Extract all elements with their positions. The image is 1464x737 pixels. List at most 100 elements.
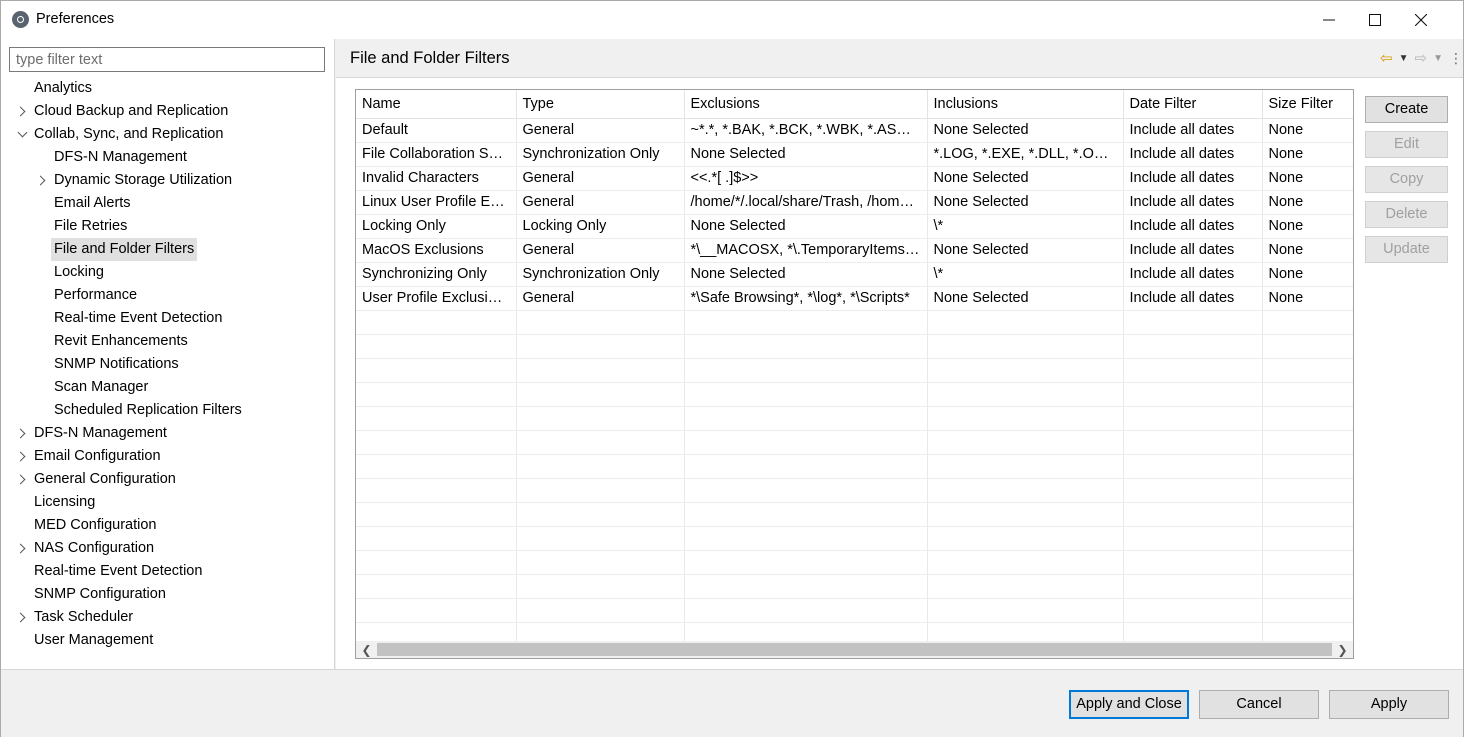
- tree-item[interactable]: Collab, Sync, and Replication: [1, 123, 335, 146]
- tree-item[interactable]: DFS-N Management: [1, 146, 335, 169]
- table-cell: General: [516, 286, 685, 311]
- table-cell: None: [1262, 238, 1353, 263]
- apply-button[interactable]: Apply: [1329, 690, 1449, 719]
- chevron-right-icon[interactable]: [15, 445, 28, 468]
- tree-item[interactable]: File and Folder Filters: [1, 238, 335, 261]
- tree-item-label: Analytics: [34, 80, 93, 96]
- tree-item[interactable]: Real-time Event Detection: [1, 307, 335, 330]
- tree-item[interactable]: NAS Configuration: [1, 537, 335, 560]
- empty-cell: [684, 310, 928, 335]
- table-row[interactable]: Invalid Characters General <<.*[ .]$>> None…: [356, 166, 1353, 191]
- table-row[interactable]: MacOS Exclusions General *\__MACOSX, *\.Te…: [356, 238, 1353, 263]
- tree-item[interactable]: General Configuration: [1, 468, 335, 491]
- cancel-button[interactable]: Cancel: [1199, 690, 1319, 719]
- table-row[interactable]: Synchronizing Only Synchronization Only No…: [356, 262, 1353, 287]
- chevron-right-icon[interactable]: [15, 100, 28, 123]
- copy-button[interactable]: Copy: [1365, 166, 1448, 193]
- tree-item[interactable]: Email Configuration: [1, 445, 335, 468]
- tree-item-label: NAS Configuration: [34, 540, 155, 556]
- tree-item-label: DFS-N Management: [54, 149, 187, 165]
- empty-cell: [516, 406, 685, 431]
- forward-arrow-icon[interactable]: ⇨: [1415, 49, 1428, 67]
- tree-item[interactable]: Dynamic Storage Utilization: [1, 169, 335, 192]
- empty-cell: [927, 382, 1124, 407]
- back-arrow-icon[interactable]: ⇦: [1380, 49, 1393, 67]
- table-cell: File Collaboration Sync: [356, 142, 517, 167]
- update-button[interactable]: Update: [1365, 236, 1448, 263]
- column-header[interactable]: Inclusions: [927, 90, 1124, 119]
- tree-item[interactable]: Locking: [1, 261, 335, 284]
- tree-item-label: General Configuration: [34, 471, 176, 487]
- close-button[interactable]: [1398, 1, 1444, 39]
- tree-item[interactable]: Analytics: [1, 77, 335, 100]
- column-header[interactable]: Size Filter: [1262, 90, 1353, 119]
- empty-cell: [356, 406, 517, 431]
- tree-item[interactable]: MED Configuration: [1, 514, 335, 537]
- tree-item[interactable]: SNMP Configuration: [1, 583, 335, 606]
- table-cell: \*: [927, 262, 1124, 287]
- tree-item[interactable]: User Management: [1, 629, 335, 652]
- tree-item[interactable]: Scan Manager: [1, 376, 335, 399]
- empty-cell: [1262, 526, 1353, 551]
- table-row[interactable]: Locking Only Locking Only None Selected \* I…: [356, 214, 1353, 239]
- table-cell: None Selected: [684, 214, 928, 239]
- empty-cell: [684, 526, 928, 551]
- column-header[interactable]: Date Filter: [1123, 90, 1263, 119]
- table-row[interactable]: File Collaboration Sync Synchronization O…: [356, 142, 1353, 167]
- maximize-button[interactable]: [1352, 1, 1398, 39]
- forward-dropdown-icon[interactable]: ▼: [1433, 53, 1443, 64]
- empty-cell: [684, 358, 928, 383]
- empty-cell: [1123, 526, 1263, 551]
- column-header[interactable]: Exclusions: [684, 90, 928, 119]
- tree-item[interactable]: Revit Enhancements: [1, 330, 335, 353]
- table-row[interactable]: Linux User Profile ExclusionsGeneral/hom…: [356, 190, 1353, 215]
- chevron-right-icon[interactable]: [15, 606, 28, 629]
- tree-item-label: Real-time Event Detection: [54, 310, 223, 326]
- apply-and-close-button[interactable]: Apply and Close: [1069, 690, 1189, 719]
- column-header[interactable]: Type: [516, 90, 685, 119]
- view-menu-icon[interactable]: ⋮: [1449, 51, 1463, 65]
- tree-item[interactable]: SNMP Notifications: [1, 353, 335, 376]
- table-cell: User Profile Exclusions: [356, 286, 517, 311]
- edit-button[interactable]: Edit: [1365, 131, 1448, 158]
- tree-item[interactable]: Performance: [1, 284, 335, 307]
- create-button[interactable]: Create: [1365, 96, 1448, 123]
- empty-cell: [516, 358, 685, 383]
- tree-item[interactable]: Task Scheduler: [1, 606, 335, 629]
- chevron-right-icon[interactable]: [15, 422, 28, 445]
- empty-cell: [1123, 406, 1263, 431]
- chevron-right-icon[interactable]: [35, 169, 48, 192]
- empty-cell: [927, 310, 1124, 335]
- tree-item[interactable]: Real-time Event Detection: [1, 560, 335, 583]
- tree-item[interactable]: Cloud Backup and Replication: [1, 100, 335, 123]
- tree-item[interactable]: DFS-N Management: [1, 422, 335, 445]
- empty-row: [356, 502, 1353, 527]
- empty-cell: [684, 598, 928, 623]
- empty-cell: [356, 574, 517, 599]
- empty-cell: [927, 406, 1124, 431]
- chevron-right-icon[interactable]: [15, 468, 28, 491]
- tree-item[interactable]: File Retries: [1, 215, 335, 238]
- chevron-right-icon[interactable]: [15, 537, 28, 560]
- delete-button[interactable]: Delete: [1365, 201, 1448, 228]
- empty-cell: [516, 334, 685, 359]
- table-row[interactable]: User Profile Exclusions General *\Safe Bro…: [356, 286, 1353, 311]
- empty-cell: [927, 478, 1124, 503]
- filter-input[interactable]: [9, 47, 325, 72]
- tree-item[interactable]: Scheduled Replication Filters: [1, 399, 335, 422]
- table-cell: Include all dates: [1123, 286, 1263, 311]
- scroll-left-icon[interactable]: ❮: [358, 641, 375, 658]
- table-cell: MacOS Exclusions: [356, 238, 517, 263]
- empty-cell: [356, 358, 517, 383]
- empty-row: [356, 310, 1353, 335]
- scrollbar-thumb[interactable]: [377, 643, 1332, 656]
- scroll-right-icon[interactable]: ❯: [1334, 641, 1351, 658]
- column-header[interactable]: Name: [356, 90, 517, 119]
- horizontal-scrollbar[interactable]: ❮ ❯: [356, 641, 1353, 658]
- back-dropdown-icon[interactable]: ▼: [1399, 53, 1409, 64]
- tree-item[interactable]: Licensing: [1, 491, 335, 514]
- table-row[interactable]: Default General ~*.*, *.BAK, *.BCK, *.WBK,…: [356, 118, 1353, 143]
- tree-item[interactable]: Email Alerts: [1, 192, 335, 215]
- chevron-down-icon[interactable]: [16, 123, 28, 146]
- minimize-button[interactable]: [1306, 1, 1352, 39]
